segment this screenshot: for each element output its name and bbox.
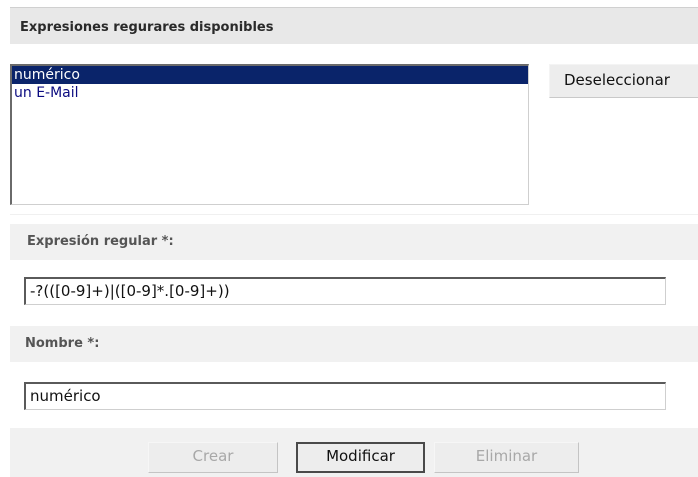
regex-label-bar: Expresión regular *: [10, 224, 698, 260]
regex-label: Expresión regular *: [27, 234, 174, 249]
regex-listbox[interactable]: numérico un E-Mail [10, 64, 529, 205]
section-header: Expresiones regurares disponibles [10, 7, 698, 44]
name-label: Nombre *: [25, 336, 100, 351]
divider [10, 214, 698, 215]
name-input[interactable]: numérico [24, 382, 666, 410]
section-title: Expresiones regurares disponibles [20, 20, 274, 35]
list-item-email[interactable]: un E-Mail [12, 84, 528, 102]
modify-button[interactable]: Modificar [296, 442, 425, 473]
create-button[interactable]: Crear [148, 442, 278, 473]
name-label-bar: Nombre *: [10, 326, 698, 362]
delete-button[interactable]: Eliminar [434, 442, 579, 473]
deselect-button[interactable]: Deseleccionar [549, 64, 698, 98]
regex-input[interactable]: -?(([0-9]+)|([0-9]*.[0-9]+)) [24, 277, 666, 305]
list-item-numeric[interactable]: numérico [12, 66, 528, 84]
